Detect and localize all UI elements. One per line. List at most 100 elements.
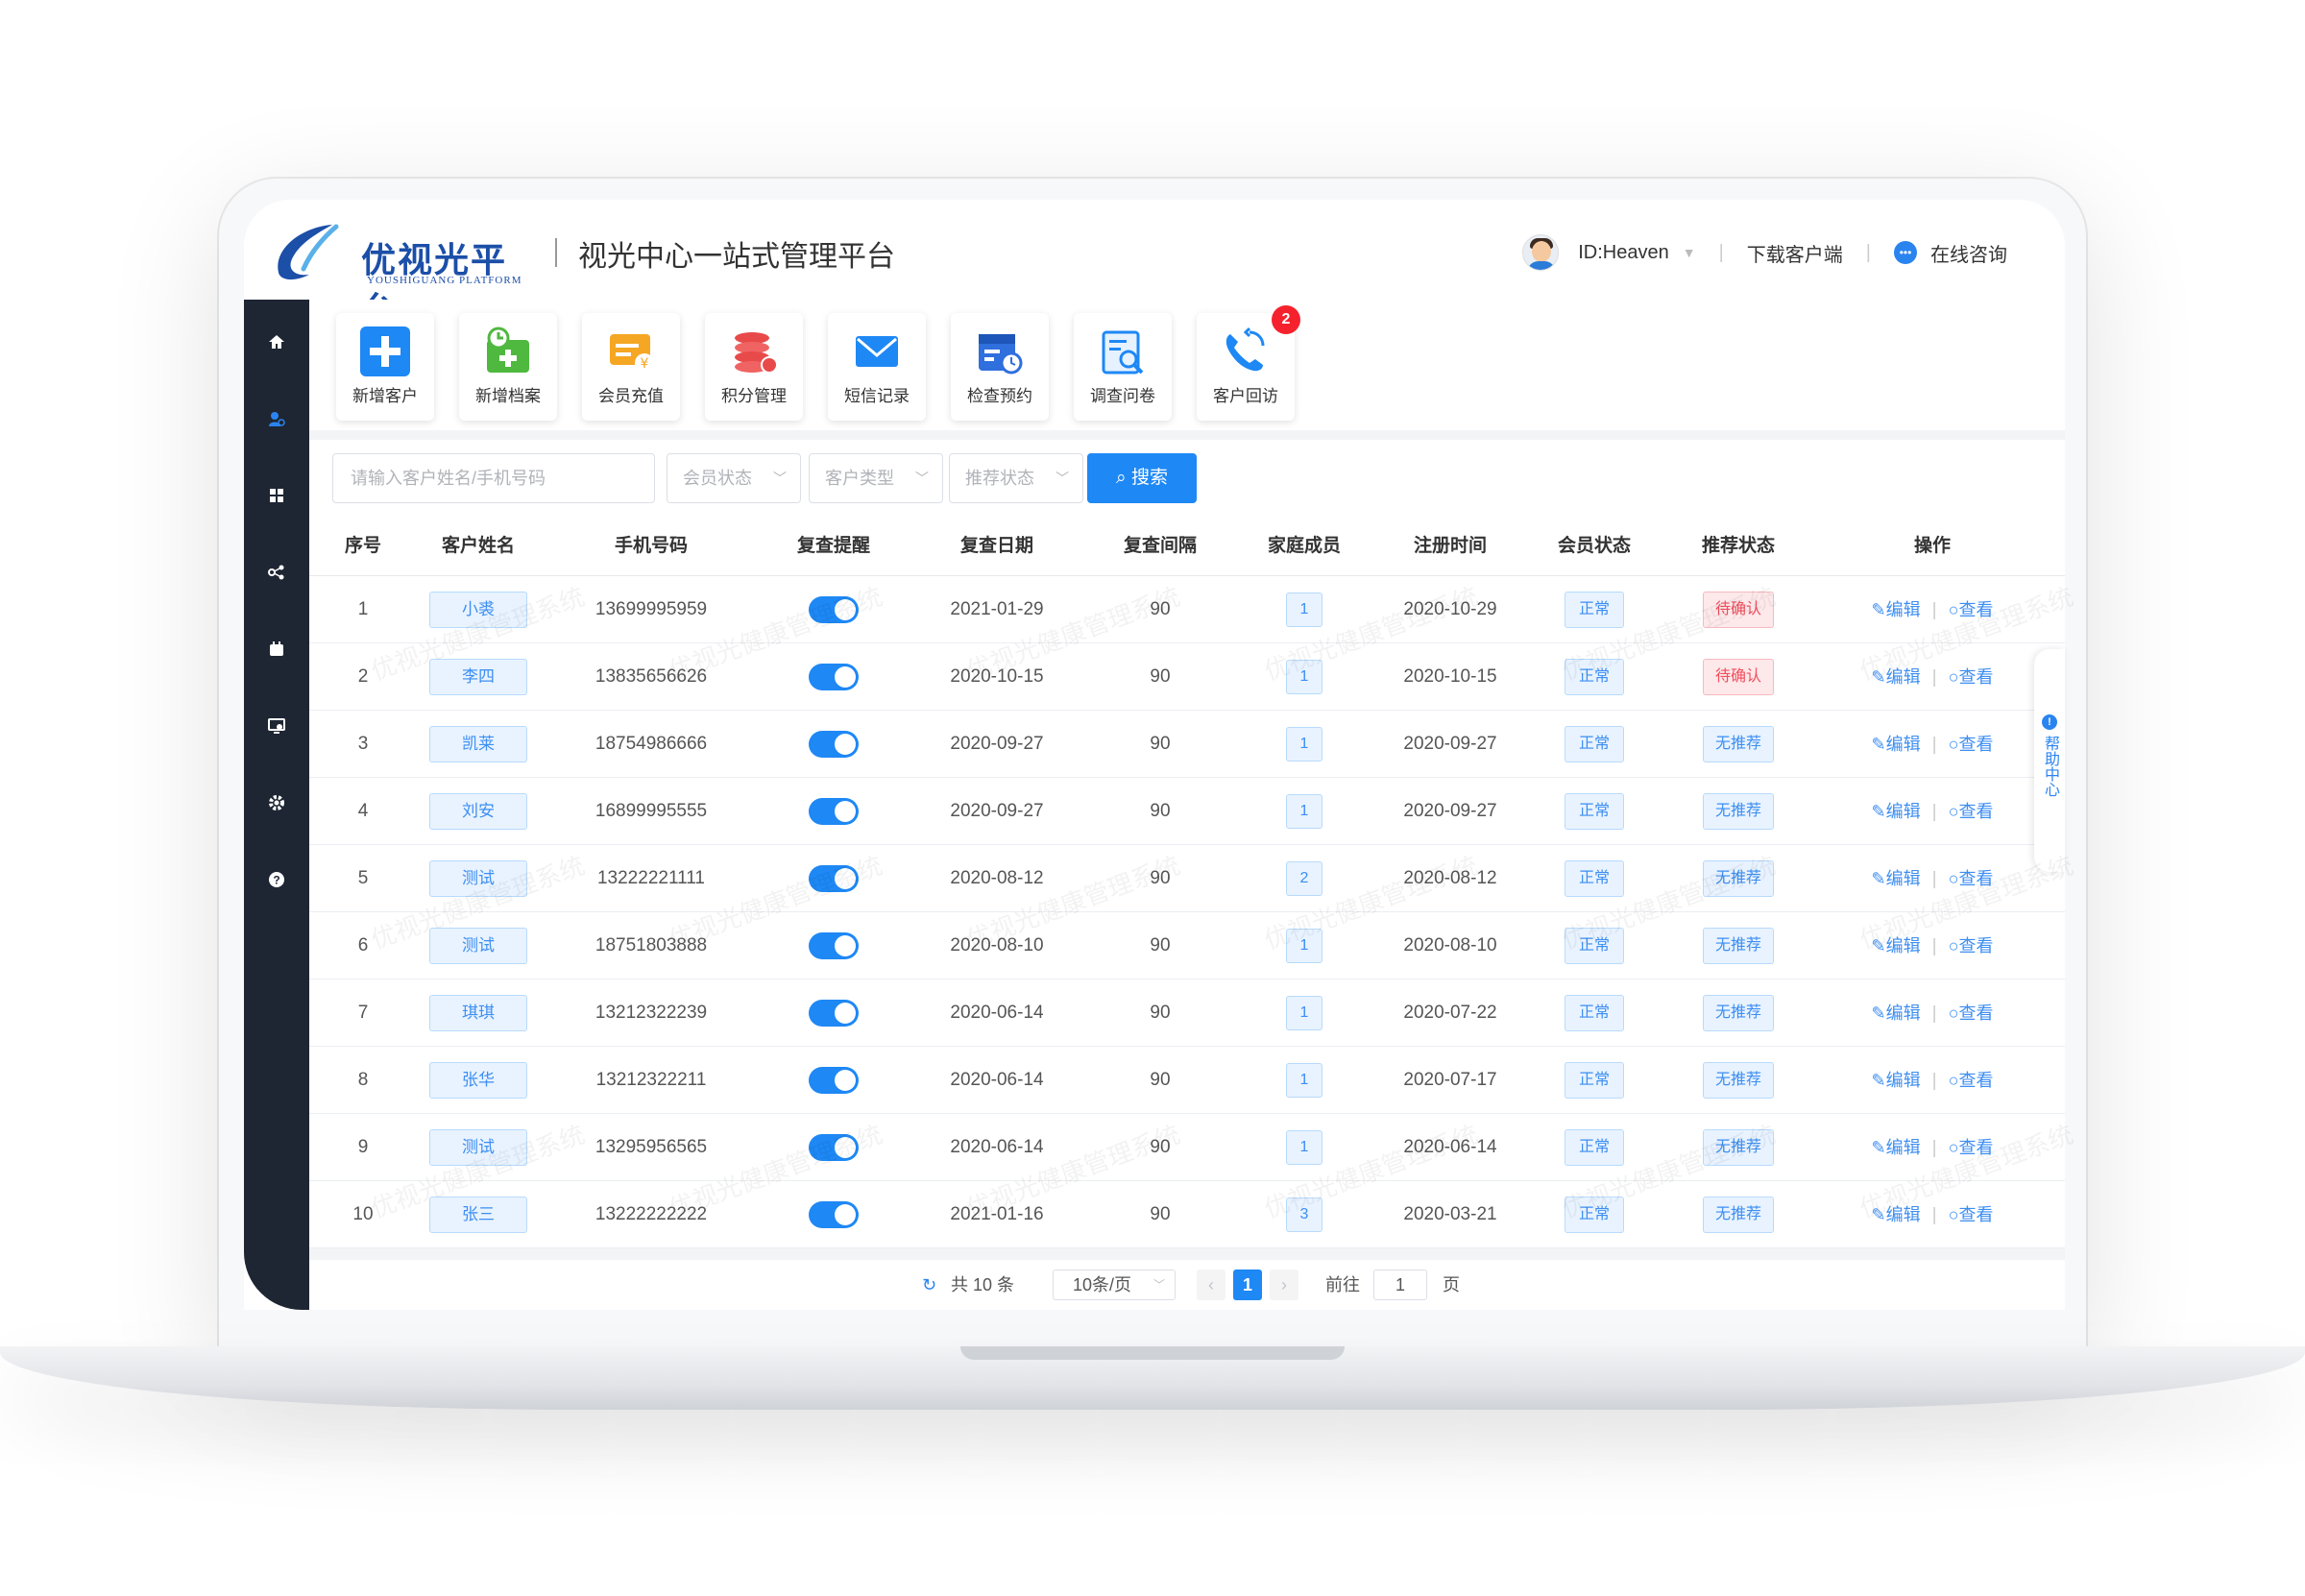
edit-button[interactable]: ✎编辑 bbox=[1872, 735, 1921, 754]
quick-member-recharge-button[interactable]: ¥ 会员充值 bbox=[582, 313, 680, 421]
review-reminder-toggle[interactable] bbox=[809, 730, 859, 758]
search-button[interactable]: ⌕ 搜索 bbox=[1087, 453, 1197, 503]
table-row[interactable]: 6 测试 18751803888 2020-08-10 90 1 2020-08-10 正常 无… bbox=[309, 912, 2065, 979]
quick-add-archive-button[interactable]: 新增档案 bbox=[459, 313, 557, 421]
review-reminder-toggle[interactable] bbox=[809, 864, 859, 892]
quick-action-bar: 新增客户 新增档案 ¥ 会员充值 积分管理 短信记录 检查预约 调查问卷 客户回… bbox=[309, 300, 2065, 430]
review-reminder-toggle[interactable] bbox=[809, 1066, 859, 1094]
chat-icon[interactable]: ••• bbox=[1894, 241, 1917, 264]
edit-button[interactable]: ✎编辑 bbox=[1872, 1004, 1921, 1023]
view-button[interactable]: ○查看 bbox=[1949, 936, 1994, 955]
customer-name[interactable]: 张华 bbox=[429, 1061, 527, 1099]
customer-name[interactable]: 琪琪 bbox=[429, 994, 527, 1031]
avatar[interactable] bbox=[1522, 234, 1560, 271]
edit-button[interactable]: ✎编辑 bbox=[1872, 802, 1921, 821]
customer-type-select[interactable]: 客户类型 ﹀ bbox=[809, 453, 943, 503]
customer-name[interactable]: 李四 bbox=[429, 658, 527, 695]
calendar-icon[interactable] bbox=[267, 640, 286, 659]
review-reminder-toggle[interactable] bbox=[809, 931, 859, 959]
view-button[interactable]: ○查看 bbox=[1949, 735, 1994, 754]
page-number[interactable]: 1 bbox=[1233, 1270, 1262, 1300]
review-reminder-toggle[interactable] bbox=[809, 999, 859, 1027]
settings-icon[interactable] bbox=[267, 793, 286, 812]
family-members-count[interactable]: 1 bbox=[1286, 1062, 1322, 1098]
quick-sms-record-button[interactable]: 短信记录 bbox=[828, 313, 926, 421]
caret-down-icon[interactable]: ▼ bbox=[1683, 245, 1696, 260]
recommend-status-select[interactable]: 推荐状态 ﹀ bbox=[949, 453, 1083, 503]
family-members-count[interactable]: 2 bbox=[1286, 860, 1322, 896]
view-button[interactable]: ○查看 bbox=[1949, 667, 1994, 687]
quick-appointment-button[interactable]: 检查预约 bbox=[951, 313, 1049, 421]
family-members-count[interactable]: 1 bbox=[1286, 793, 1322, 829]
online-consult-link[interactable]: 在线咨询 bbox=[1930, 239, 2007, 267]
view-button[interactable]: ○查看 bbox=[1949, 1004, 1994, 1023]
table-row[interactable]: 1 小裘 13699995959 2021-01-29 90 1 2020-10-29 正常 待… bbox=[309, 576, 2065, 643]
quick-points-button[interactable]: 积分管理 bbox=[705, 313, 803, 421]
home-icon[interactable] bbox=[267, 332, 286, 351]
customer-name[interactable]: 测试 bbox=[429, 927, 527, 964]
table-row[interactable]: 7 琪琪 13212322239 2020-06-14 90 1 2020-07-22 正常 无… bbox=[309, 979, 2065, 1047]
member-status-select[interactable]: 会员状态 ﹀ bbox=[667, 453, 801, 503]
family-members-count[interactable]: 3 bbox=[1286, 1197, 1322, 1232]
review-date: 2020-09-27 bbox=[950, 801, 1044, 821]
table-row[interactable]: 3 凯莱 18754986666 2020-09-27 90 1 2020-09-27 正常 无… bbox=[309, 711, 2065, 778]
customer-name[interactable]: 张三 bbox=[429, 1196, 527, 1233]
grid-icon[interactable] bbox=[267, 486, 286, 505]
review-reminder-toggle[interactable] bbox=[809, 1133, 859, 1161]
customer-name[interactable]: 刘安 bbox=[429, 792, 527, 830]
family-members-count[interactable]: 1 bbox=[1286, 928, 1322, 963]
table-row[interactable]: 4 刘安 16899995555 2020-09-27 90 1 2020-09-27 正常 无… bbox=[309, 778, 2065, 845]
view-button[interactable]: ○查看 bbox=[1949, 600, 1994, 619]
table-cell: 2020-06-14 bbox=[1364, 1114, 1537, 1181]
quick-callback-button[interactable]: 客户回访 2 bbox=[1197, 305, 1300, 421]
family-members-count[interactable]: 1 bbox=[1286, 592, 1322, 627]
review-reminder-toggle[interactable] bbox=[809, 1200, 859, 1228]
goto-page-input[interactable]: 1 bbox=[1373, 1270, 1427, 1300]
edit-button[interactable]: ✎编辑 bbox=[1872, 1205, 1921, 1224]
page-size-select[interactable]: 10条/页 ﹀ bbox=[1053, 1270, 1176, 1300]
download-client-link[interactable]: 下载客户端 bbox=[1747, 239, 1843, 267]
view-button[interactable]: ○查看 bbox=[1949, 869, 1994, 888]
table-row[interactable]: 2 李四 13835656626 2020-10-15 90 1 2020-10-15 正常 待… bbox=[309, 643, 2065, 711]
customer-name[interactable]: 测试 bbox=[429, 1128, 527, 1166]
edit-button[interactable]: ✎编辑 bbox=[1872, 1071, 1921, 1090]
customer-name[interactable]: 测试 bbox=[429, 859, 527, 897]
table-row[interactable]: 5 测试 13222221111 2020-08-12 90 2 2020-08-12 正常 无… bbox=[309, 845, 2065, 912]
monitor-icon[interactable] bbox=[267, 716, 286, 736]
help-center-tab[interactable]: ! 帮助中心 bbox=[2034, 649, 2065, 872]
quick-survey-button[interactable]: 调查问卷 bbox=[1074, 313, 1172, 421]
family-members-count[interactable]: 1 bbox=[1286, 659, 1322, 694]
view-button[interactable]: ○查看 bbox=[1949, 1071, 1994, 1090]
prev-page-button[interactable]: ‹ bbox=[1197, 1270, 1225, 1300]
recharge-icon: ¥ bbox=[606, 326, 656, 376]
family-members-count[interactable]: 1 bbox=[1286, 995, 1322, 1030]
edit-button[interactable]: ✎编辑 bbox=[1872, 869, 1921, 888]
view-button[interactable]: ○查看 bbox=[1949, 1205, 1994, 1224]
review-reminder-toggle[interactable] bbox=[809, 663, 859, 690]
edit-button[interactable]: ✎编辑 bbox=[1872, 936, 1921, 955]
edit-button[interactable]: ✎编辑 bbox=[1872, 667, 1921, 687]
table-row[interactable]: 9 测试 13295956565 2020-06-14 90 1 2020-06-14 正常 无… bbox=[309, 1114, 2065, 1181]
quick-add-customer-button[interactable]: 新增客户 bbox=[336, 313, 434, 421]
view-button[interactable]: ○查看 bbox=[1949, 802, 1994, 821]
help-icon[interactable]: ? bbox=[267, 870, 286, 889]
customer-name[interactable]: 凯莱 bbox=[429, 725, 527, 762]
member-status-badge: 正常 bbox=[1565, 1061, 1624, 1099]
search-input[interactable]: 请输入客户姓名/手机号码 bbox=[332, 453, 655, 503]
logo[interactable]: 优视光平台 YOUSHIGUANG PLATFORM bbox=[265, 215, 534, 329]
share-icon[interactable] bbox=[267, 563, 286, 582]
refresh-icon[interactable]: ↻ bbox=[922, 1270, 936, 1300]
next-page-button[interactable]: › bbox=[1270, 1270, 1298, 1300]
view-button[interactable]: ○查看 bbox=[1949, 1138, 1994, 1157]
review-reminder-toggle[interactable] bbox=[809, 595, 859, 623]
customer-icon[interactable] bbox=[267, 409, 286, 428]
customer-name[interactable]: 小裘 bbox=[429, 591, 527, 628]
edit-button[interactable]: ✎编辑 bbox=[1872, 600, 1921, 619]
review-reminder-toggle[interactable] bbox=[809, 797, 859, 825]
user-id[interactable]: ID:Heaven bbox=[1578, 242, 1669, 264]
table-row[interactable]: 8 张华 13212322211 2020-06-14 90 1 2020-07-17 正常 无… bbox=[309, 1047, 2065, 1114]
family-members-count[interactable]: 1 bbox=[1286, 726, 1322, 762]
table-row[interactable]: 10 张三 13222222222 2021-01-16 90 3 2020-03-21 正常… bbox=[309, 1181, 2065, 1248]
edit-button[interactable]: ✎编辑 bbox=[1872, 1138, 1921, 1157]
family-members-count[interactable]: 1 bbox=[1286, 1129, 1322, 1165]
